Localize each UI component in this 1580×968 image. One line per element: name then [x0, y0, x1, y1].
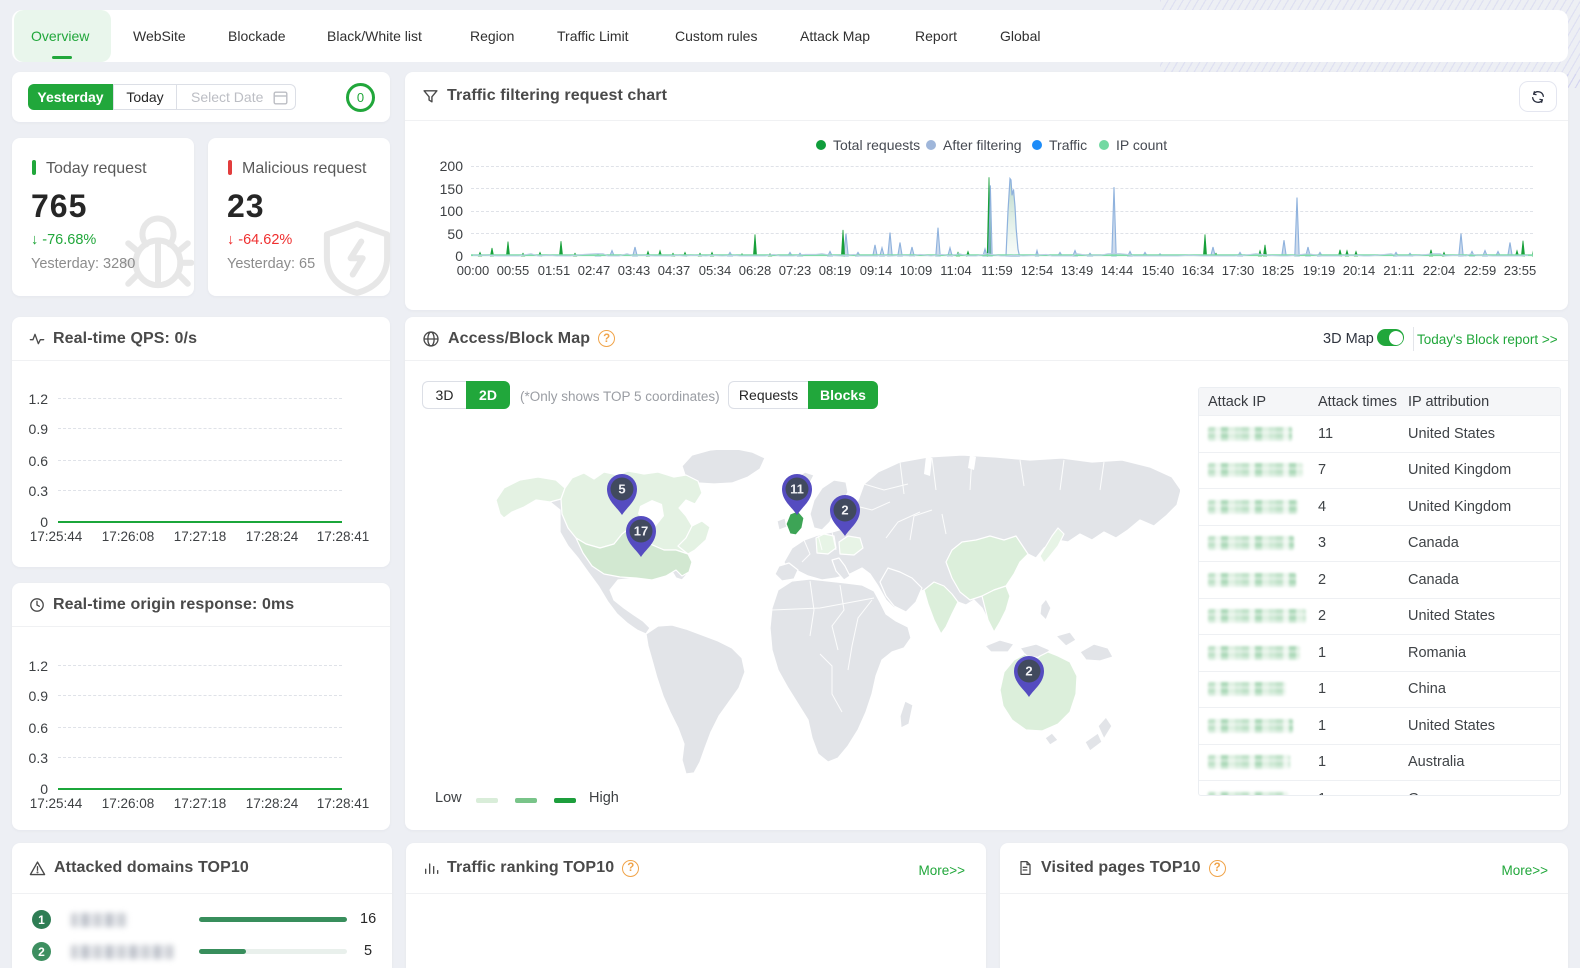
svg-text:2: 2 [841, 503, 848, 518]
svg-text:17: 17 [634, 524, 648, 539]
svg-text:5: 5 [618, 482, 625, 497]
svg-text:2: 2 [1025, 664, 1032, 679]
svg-text:11: 11 [790, 482, 804, 497]
